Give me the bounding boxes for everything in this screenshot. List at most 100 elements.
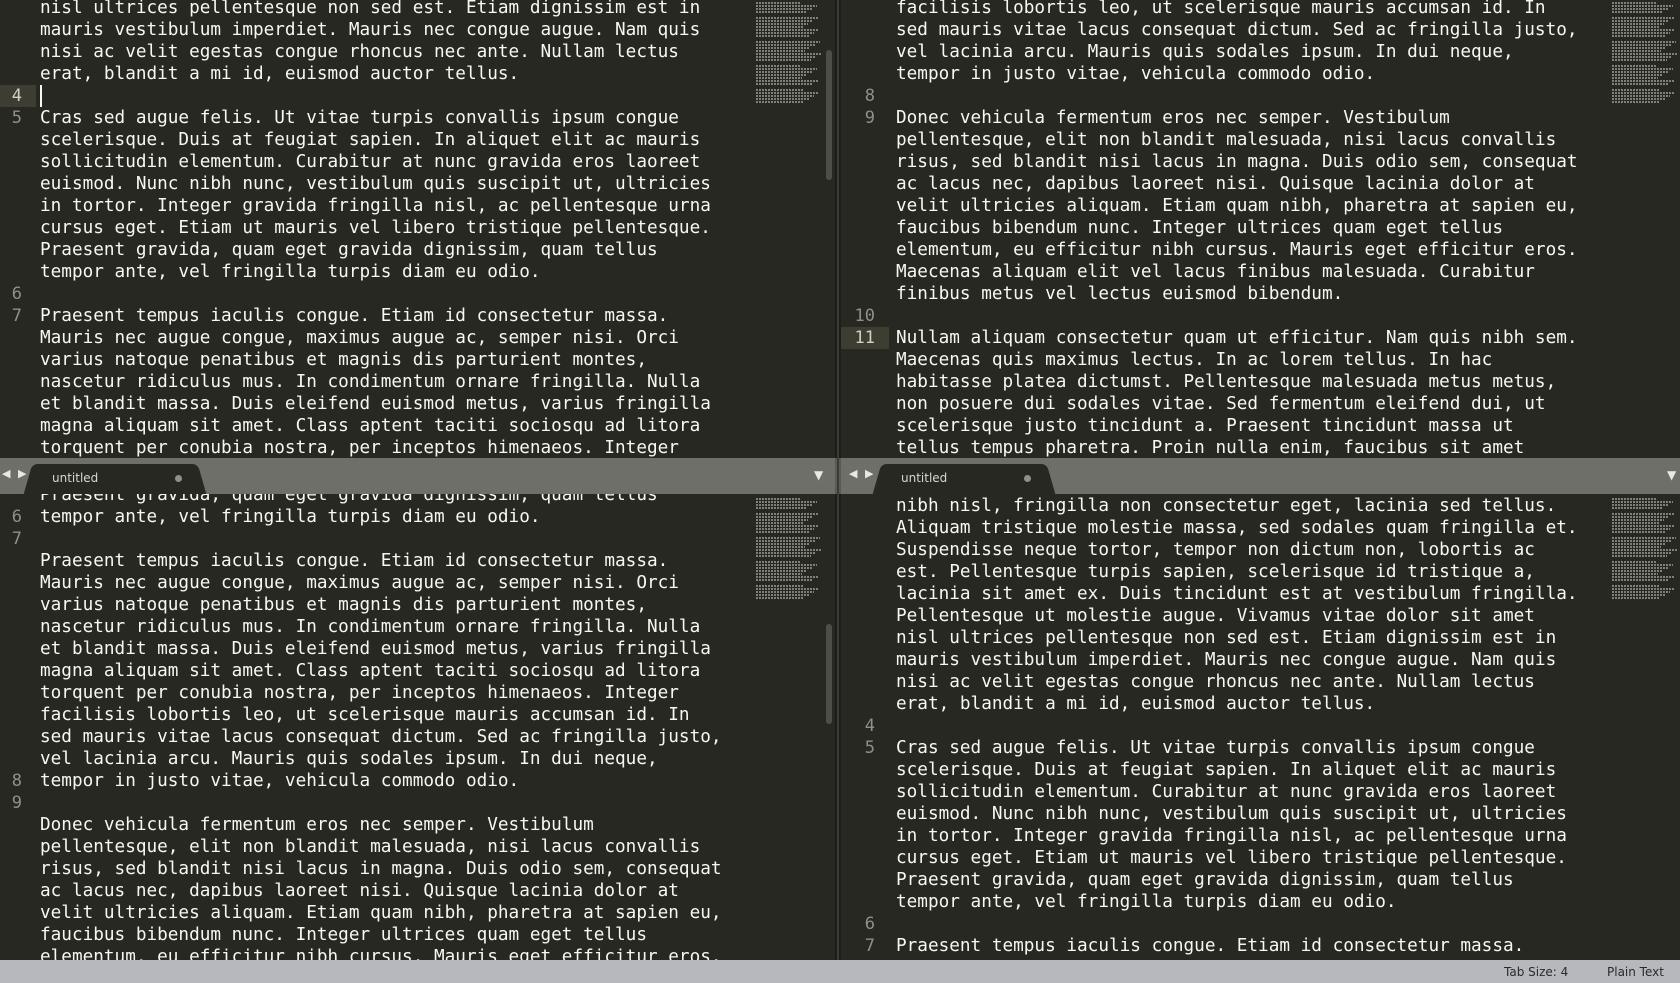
text-line[interactable]: Pellentesque ut molestie augue. Vivamus … — [896, 605, 1535, 627]
text-line[interactable]: risus, sed blandit nisi lacus in magna. … — [40, 858, 722, 880]
editor-pane-top-right[interactable]: 8 9 10 11 facilisis lobortis leo, ut sceler… — [841, 0, 1680, 458]
text-line[interactable]: vel lacinia arcu. Mauris quis sodales ip… — [896, 41, 1514, 63]
text-line[interactable]: Aliquam tristique molestie massa, sed so… — [896, 517, 1578, 539]
text-line[interactable]: velit ultricies aliquam. Etiam quam nibh… — [896, 195, 1578, 217]
editor-pane-top-left[interactable]: 45 67 nisl ultrices pellentesque non sed … — [0, 0, 835, 458]
text-line[interactable]: Nullam aliquam consectetur quam ut effic… — [896, 327, 1578, 349]
text-line[interactable]: Cras sed augue felis. Ut vitae turpis co… — [40, 107, 679, 129]
minimap[interactable] — [1612, 498, 1678, 600]
text-line[interactable]: et blandit massa. Duis eleifend euismod … — [40, 638, 711, 660]
text-line[interactable]: sollicitudin elementum. Curabitur at nun… — [896, 781, 1556, 803]
text-line[interactable]: tempor in justo vitae, vehicula commodo … — [896, 63, 1375, 85]
vertical-split-divider[interactable] — [835, 494, 841, 960]
text-line[interactable]: Praesent tempus iaculis congue. Etiam id… — [40, 305, 668, 327]
text-line[interactable]: erat, blandit a mi id, euismod auctor te… — [40, 63, 519, 85]
text-line[interactable]: varius natoque penatibus et magnis dis p… — [40, 349, 647, 371]
tab-scroll-arrows[interactable]: ◀ ▶ — [849, 467, 875, 480]
text-line[interactable]: magna aliquam sit amet. Class aptent tac… — [40, 415, 700, 437]
tab-dropdown-icon[interactable]: ▼ — [1667, 468, 1676, 482]
text-line[interactable]: scelerisque. Duis at feugiat sapien. In … — [40, 129, 700, 151]
text-line[interactable]: nascetur ridiculus mus. In condimentum o… — [40, 616, 700, 638]
minimap[interactable] — [756, 498, 822, 600]
scrollbar-thumb[interactable] — [826, 50, 832, 180]
text-line[interactable]: pellentesque, elit non blandit malesuada… — [40, 836, 700, 858]
text-line[interactable]: torquent per conubia nostra, per incepto… — [40, 437, 679, 458]
vertical-scrollbar[interactable] — [824, 494, 833, 960]
text-line[interactable]: magna aliquam sit amet. Class aptent tac… — [40, 660, 700, 682]
text-line[interactable]: nisl ultrices pellentesque non sed est. … — [896, 627, 1556, 649]
text-line[interactable]: vel lacinia arcu. Mauris quis sodales ip… — [40, 748, 658, 770]
text-line[interactable]: cursus eget. Etiam ut mauris vel libero … — [40, 217, 711, 239]
text-line[interactable]: Maecenas quis maximus lectus. In ac lore… — [896, 349, 1492, 371]
editor-pane-bottom-right[interactable]: 45 67 nibh nisl, fringilla non consectetu… — [841, 494, 1680, 960]
text-line[interactable]: euismod. Nunc nibh nunc, vestibulum quis… — [40, 173, 711, 195]
text-line[interactable]: Praesent tempus iaculis congue. Etiam id… — [40, 550, 668, 572]
text-line[interactable]: sed mauris vitae lacus consequat dictum.… — [896, 19, 1578, 41]
text-area[interactable]: facilisis lobortis leo, ut scelerisque m… — [896, 0, 1604, 458]
text-line[interactable]: pellentesque, elit non blandit malesuada… — [896, 129, 1556, 151]
text-line[interactable]: elementum, eu efficitur nibh cursus. Mau… — [896, 239, 1578, 261]
tab-scroll-arrows[interactable]: ◀ ▶ — [2, 467, 28, 480]
minimap[interactable] — [1612, 2, 1678, 104]
editor-pane-bottom-left[interactable]: 67 89 Praesent gravida, quam eget gravida… — [0, 494, 835, 960]
text-line[interactable]: risus, sed blandit nisi lacus in magna. … — [896, 151, 1578, 173]
text-line[interactable]: Praesent tempus iaculis congue. Etiam id… — [896, 935, 1524, 957]
text-line[interactable]: Suspendisse neque tortor, tempor non dic… — [896, 539, 1535, 561]
text-line[interactable]: Maecenas aliquam elit vel lacus finibus … — [896, 261, 1535, 283]
text-line[interactable]: Praesent gravida, quam eget gravida dign… — [40, 239, 658, 261]
text-line[interactable]: facilisis lobortis leo, ut scelerisque m… — [40, 704, 690, 726]
text-line[interactable]: nisi ac velit egestas congue rhoncus nec… — [896, 671, 1535, 693]
text-line[interactable]: tempor ante, vel fringilla turpis diam e… — [40, 506, 541, 528]
text-line[interactable]: Praesent gravida, quam eget gravida dign… — [40, 494, 658, 506]
text-line[interactable]: velit ultricies aliquam. Etiam quam nibh… — [40, 902, 722, 924]
text-line[interactable]: sed mauris vitae lacus consequat dictum.… — [40, 726, 722, 748]
text-line[interactable]: mauris vestibulum imperdiet. Mauris nec … — [896, 649, 1556, 671]
tab-dropdown-icon[interactable]: ▼ — [814, 468, 823, 482]
text-line[interactable]: lacinia sit amet ex. Duis tincidunt est … — [896, 583, 1578, 605]
text-line[interactable]: sollicitudin elementum. Curabitur at nun… — [40, 151, 700, 173]
text-line[interactable]: elementum, eu efficitur nibh cursus. Mau… — [40, 946, 722, 960]
text-line[interactable]: facilisis lobortis leo, ut scelerisque m… — [896, 0, 1546, 19]
vertical-split-divider[interactable] — [835, 0, 841, 458]
text-line[interactable]: erat, blandit a mi id, euismod auctor te… — [896, 693, 1375, 715]
tab-untitled[interactable]: untitled — [36, 464, 194, 494]
text-line[interactable]: in tortor. Integer gravida fringilla nis… — [896, 825, 1567, 847]
text-line[interactable]: finibus metus vel lectus euismod bibendu… — [896, 283, 1343, 305]
text-line[interactable]: ac lacus nec, dapibus laoreet nisi. Quis… — [40, 880, 679, 902]
unsaved-dot-icon[interactable] — [1024, 475, 1031, 482]
text-line[interactable]: tempor ante, vel fringilla turpis diam e… — [896, 891, 1397, 913]
text-line[interactable]: est. Pellentesque turpis sapien, sceleri… — [896, 561, 1535, 583]
text-line[interactable]: habitasse platea dictumst. Pellentesque … — [896, 371, 1556, 393]
tab-size-indicator[interactable]: Tab Size: 4 — [1504, 965, 1568, 979]
text-line[interactable]: mauris vestibulum imperdiet. Mauris nec … — [40, 19, 700, 41]
tab-untitled[interactable]: untitled — [885, 464, 1043, 494]
text-line[interactable]: in tortor. Integer gravida fringilla nis… — [40, 195, 711, 217]
text-area[interactable]: nisl ultrices pellentesque non sed est. … — [40, 0, 759, 458]
text-line[interactable]: tempor ante, vel fringilla turpis diam e… — [40, 261, 541, 283]
text-line[interactable]: Cras sed augue felis. Ut vitae turpis co… — [896, 737, 1535, 759]
text-line[interactable]: non posuere dui sodales vitae. Sed ferme… — [896, 393, 1546, 415]
text-line[interactable]: et blandit massa. Duis eleifend euismod … — [40, 393, 711, 415]
text-line[interactable]: nisl ultrices pellentesque non sed est. … — [40, 0, 700, 19]
text-area[interactable]: Praesent gravida, quam eget gravida dign… — [40, 494, 759, 960]
text-line[interactable]: euismod. Nunc nibh nunc, vestibulum quis… — [896, 803, 1567, 825]
minimap[interactable] — [756, 2, 822, 104]
text-line[interactable]: nibh nisl, fringilla non consectetur ege… — [896, 495, 1556, 517]
text-line[interactable]: Donec vehicula fermentum eros nec semper… — [40, 814, 594, 836]
text-line[interactable]: faucibus bibendum nunc. Integer ultrices… — [896, 217, 1503, 239]
text-line[interactable]: faucibus bibendum nunc. Integer ultrices… — [40, 924, 647, 946]
text-line[interactable]: scelerisque. Duis at feugiat sapien. In … — [896, 759, 1556, 781]
text-line[interactable]: Praesent gravida, quam eget gravida dign… — [896, 869, 1514, 891]
scrollbar-thumb[interactable] — [826, 624, 832, 724]
text-line[interactable]: Mauris nec augue congue, maximus augue a… — [40, 327, 679, 349]
text-line[interactable]: scelerisque justo tincidunt a. Praesent … — [896, 415, 1514, 437]
vertical-scrollbar[interactable] — [824, 0, 833, 458]
text-line[interactable]: cursus eget. Etiam ut mauris vel libero … — [896, 847, 1567, 869]
text-line[interactable]: Mauris nec augue congue, maximus augue a… — [40, 572, 679, 594]
text-line[interactable]: nisi ac velit egestas congue rhoncus nec… — [40, 41, 679, 63]
text-line[interactable]: ac lacus nec, dapibus laoreet nisi. Quis… — [896, 173, 1535, 195]
text-line[interactable]: torquent per conubia nostra, per incepto… — [40, 682, 679, 704]
text-line[interactable]: Donec vehicula fermentum eros nec semper… — [896, 107, 1450, 129]
text-line[interactable]: tellus tempus pharetra. Proin nulla enim… — [896, 437, 1524, 458]
syntax-indicator[interactable]: Plain Text — [1607, 965, 1664, 979]
